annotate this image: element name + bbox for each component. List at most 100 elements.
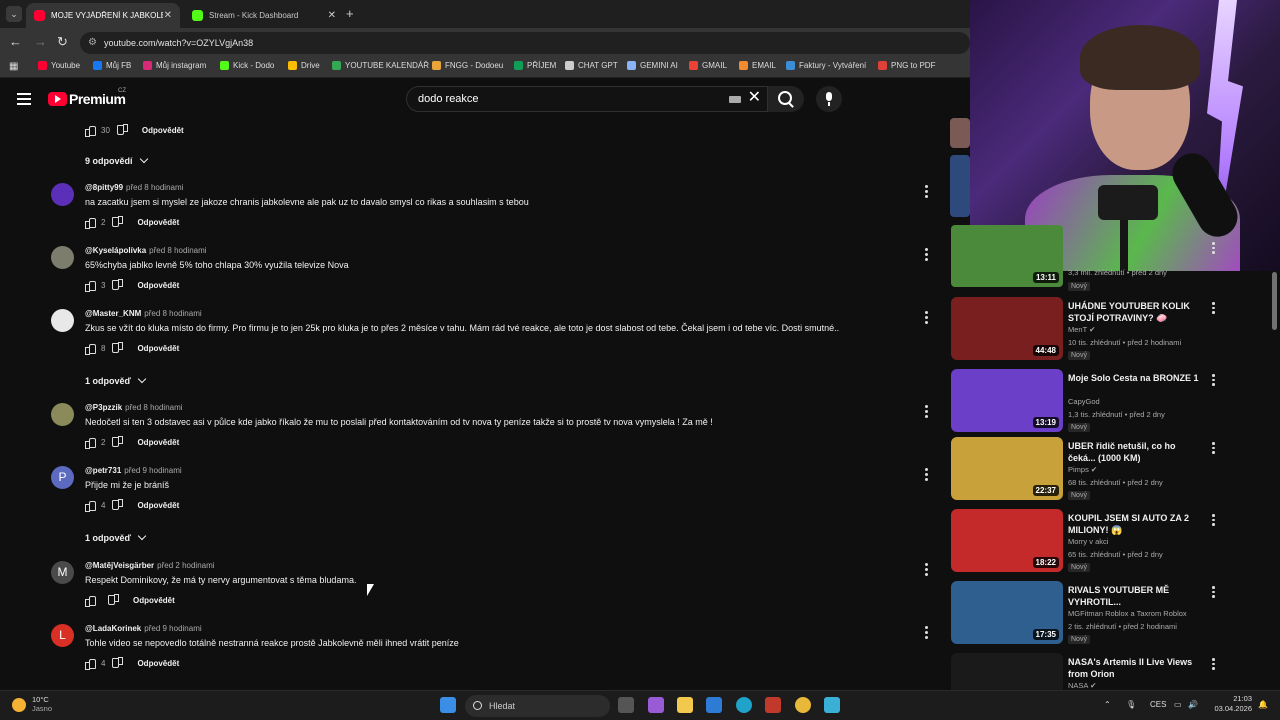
reply-button[interactable]: Odpovědět bbox=[137, 344, 179, 353]
url-field[interactable]: ⚙ youtube.com/watch?v=OZYLVgjAn38 bbox=[80, 32, 970, 54]
bookmark-item[interactable]: GMAIL bbox=[689, 61, 727, 70]
dislike-icon[interactable] bbox=[113, 344, 123, 353]
like-icon[interactable] bbox=[85, 218, 96, 229]
reply-button[interactable]: Odpovědět bbox=[137, 218, 179, 227]
like-icon[interactable] bbox=[85, 596, 96, 607]
channel-name[interactable]: MGFitman Roblox a Taxrom Roblox bbox=[1068, 609, 1187, 618]
dislike-icon[interactable] bbox=[113, 501, 123, 510]
more-options-icon[interactable] bbox=[1212, 658, 1215, 672]
notepad-icon[interactable] bbox=[824, 697, 840, 713]
avatar[interactable]: M bbox=[51, 561, 74, 584]
microphone-icon[interactable]: 🎙 bbox=[1126, 700, 1136, 709]
replies-toggle[interactable]: 1 odpověď bbox=[85, 374, 147, 386]
network-icon[interactable]: ▭ bbox=[1174, 700, 1182, 709]
like-icon[interactable] bbox=[85, 501, 96, 512]
channel-name[interactable]: CapyGod bbox=[1068, 397, 1100, 406]
like-icon[interactable] bbox=[85, 344, 96, 355]
bookmark-item[interactable]: FNGG - Dodoeu bbox=[432, 61, 503, 70]
dislike-icon[interactable] bbox=[118, 126, 128, 135]
comment-author[interactable]: @Kyselápolívka bbox=[85, 246, 146, 255]
more-options-icon[interactable] bbox=[1212, 586, 1215, 600]
youtube-logo-icon[interactable] bbox=[48, 92, 67, 106]
more-options-icon[interactable] bbox=[1212, 242, 1215, 256]
comment-time[interactable]: před 9 hodinami bbox=[144, 624, 201, 633]
video-thumbnail[interactable]: 44:48 bbox=[951, 297, 1063, 360]
chrome-icon[interactable] bbox=[795, 697, 811, 713]
dislike-icon[interactable] bbox=[113, 438, 123, 447]
weather-widget[interactable]: 10°C Jasno bbox=[12, 695, 52, 713]
comment-author[interactable]: @P3pzzik bbox=[85, 403, 122, 412]
tab-kick[interactable]: Stream - Kick Dashboard ✕ bbox=[184, 3, 344, 28]
bookmark-item[interactable]: Drive bbox=[288, 61, 320, 70]
taskbar-search[interactable]: Hledat bbox=[465, 695, 610, 717]
volume-icon[interactable]: 🔊 bbox=[1188, 700, 1198, 709]
avatar[interactable] bbox=[51, 246, 74, 269]
like-icon[interactable] bbox=[85, 281, 96, 292]
more-options-icon[interactable] bbox=[925, 185, 929, 198]
language-indicator[interactable]: CES bbox=[1150, 700, 1166, 709]
video-title[interactable]: Moje Solo Cesta na BRONZE 1 bbox=[1068, 372, 1203, 384]
video-title[interactable]: UHÁDNE YOUTUBER KOLIK STOJÍ POTRAVINY? 🧼 bbox=[1068, 300, 1203, 324]
reply-button[interactable]: Odpovědět bbox=[142, 126, 184, 135]
reply-button[interactable]: Odpovědět bbox=[137, 659, 179, 668]
comment-author[interactable]: @LadaKorinek bbox=[85, 624, 141, 633]
bookmark-item[interactable]: Youtube bbox=[38, 61, 80, 70]
more-options-icon[interactable] bbox=[1212, 514, 1215, 528]
store-icon[interactable] bbox=[706, 697, 722, 713]
avatar[interactable] bbox=[51, 309, 74, 332]
comment-time[interactable]: před 8 hodinami bbox=[144, 309, 201, 318]
forward-icon[interactable]: → bbox=[34, 34, 47, 49]
video-thumbnail[interactable]: 13:19 bbox=[951, 369, 1063, 432]
bookmark-item[interactable]: CHAT GPT bbox=[565, 61, 618, 70]
tab-youtube[interactable]: MOJE VYJÁDŘENÍ K JABKOLEVN ✕ bbox=[26, 3, 180, 28]
task-view-icon[interactable] bbox=[618, 697, 634, 713]
search-button[interactable] bbox=[768, 86, 804, 112]
comment-time[interactable]: před 8 hodinami bbox=[125, 403, 182, 412]
apps-grid-icon[interactable]: ▦ bbox=[9, 61, 18, 72]
bookmark-item[interactable]: YOUTUBE KALENDÁŘ bbox=[332, 61, 429, 70]
reply-button[interactable]: Odpovědět bbox=[137, 501, 179, 510]
more-options-icon[interactable] bbox=[925, 311, 929, 324]
related-video-thumbnail[interactable]: 13:11 bbox=[951, 225, 1063, 287]
related-video-thumbnail-partial[interactable] bbox=[950, 118, 970, 148]
more-options-icon[interactable] bbox=[925, 468, 929, 481]
tab-search-icon[interactable]: ⌄ bbox=[6, 6, 22, 22]
bookmark-item[interactable]: Můj FB bbox=[93, 61, 131, 70]
bookmark-item[interactable]: EMAIL bbox=[739, 61, 776, 70]
replies-toggle[interactable]: 9 odpovědí bbox=[85, 154, 148, 166]
dislike-icon[interactable] bbox=[113, 218, 123, 227]
related-video-thumbnail-partial[interactable] bbox=[950, 155, 970, 217]
more-options-icon[interactable] bbox=[925, 563, 929, 576]
avatar[interactable]: P bbox=[51, 466, 74, 489]
comment-author[interactable]: @8pitty99 bbox=[85, 183, 123, 192]
like-icon[interactable] bbox=[85, 438, 96, 449]
bookmark-item[interactable]: Kick - Dodo bbox=[220, 61, 274, 70]
like-icon[interactable] bbox=[85, 126, 96, 137]
reply-button[interactable]: Odpovědět bbox=[137, 281, 179, 290]
related-video-item[interactable]: 17:35 RIVALS YOUTUBER MĚ VYHROTIL... MGFit… bbox=[951, 581, 1271, 647]
keyboard-icon[interactable] bbox=[729, 96, 741, 103]
related-video-item[interactable]: 18:22 KOUPIL JSEM SI AUTO ZA 2 MILIONY! 😱… bbox=[951, 509, 1271, 575]
dislike-icon[interactable] bbox=[113, 659, 123, 668]
video-title[interactable]: RIVALS YOUTUBER MĚ VYHROTIL... bbox=[1068, 584, 1203, 608]
bookmark-item[interactable]: Faktury - Vytváření bbox=[786, 61, 866, 70]
capcut-icon[interactable] bbox=[765, 697, 781, 713]
reply-button[interactable]: Odpovědět bbox=[137, 438, 179, 447]
more-options-icon[interactable] bbox=[1212, 442, 1215, 456]
video-thumbnail[interactable]: 22:37 bbox=[951, 437, 1063, 500]
comment-author[interactable]: @petr731 bbox=[85, 466, 121, 475]
video-thumbnail[interactable]: 17:35 bbox=[951, 581, 1063, 644]
more-options-icon[interactable] bbox=[925, 405, 929, 418]
comment-time[interactable]: před 2 hodinami bbox=[157, 561, 214, 570]
more-options-icon[interactable] bbox=[1212, 374, 1215, 388]
comment-author[interactable]: @MatějVeisgärber bbox=[85, 561, 154, 570]
tray-chevron-icon[interactable]: ⌃ bbox=[1104, 700, 1111, 709]
avatar[interactable] bbox=[51, 403, 74, 426]
video-title[interactable]: UBER řidič netušil, co ho čeká... (1000 … bbox=[1068, 440, 1203, 464]
bookmark-item[interactable]: PŘÍJEM bbox=[514, 61, 556, 70]
replies-toggle[interactable]: 1 odpověď bbox=[85, 531, 147, 543]
bookmark-item[interactable]: PNG to PDF bbox=[878, 61, 935, 70]
search-input[interactable]: dodo reakce ✕ bbox=[406, 86, 768, 112]
notification-icon[interactable]: 🔔 bbox=[1258, 700, 1268, 709]
video-title[interactable]: NASA's Artemis II Live Views from Orion bbox=[1068, 656, 1203, 680]
